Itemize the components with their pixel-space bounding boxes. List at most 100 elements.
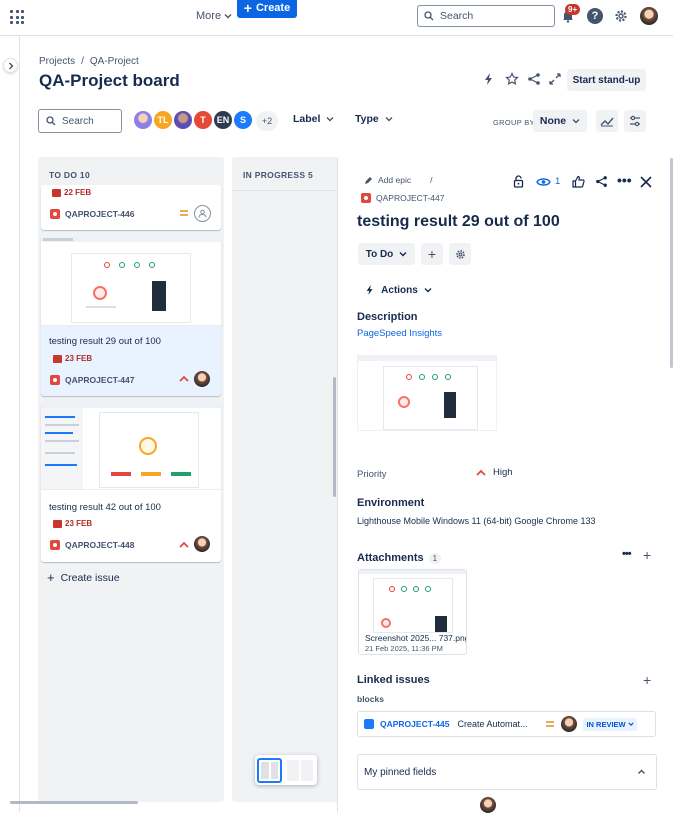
app-switcher-icon[interactable] (10, 10, 24, 24)
linked-status-label: IN REVIEW (586, 719, 626, 729)
description-image[interactable] (357, 355, 497, 431)
due-date: 22 FEB (64, 188, 92, 197)
create-issue-button[interactable]: + Create issue (47, 570, 120, 585)
due-date: 23 FEB (65, 519, 93, 528)
attachment-tile[interactable]: Screenshot 2025... 737.png 21 Feb 2025, … (358, 569, 467, 655)
issue-key: QAPROJECT-447 (65, 375, 135, 385)
assignee-avatar[interactable] (194, 536, 210, 552)
more-actions-icon[interactable]: ••• (617, 173, 632, 187)
insights-button[interactable] (596, 110, 618, 132)
bug-icon (50, 540, 60, 550)
type-filter-button[interactable]: Type (355, 113, 393, 125)
board-scrollbar-horizontal[interactable] (10, 801, 138, 804)
assignee-avatar (480, 797, 496, 813)
status-select[interactable]: To Do (358, 243, 415, 265)
avatar-filter[interactable] (172, 109, 194, 131)
divider (232, 190, 336, 191)
pinned-fields-label: My pinned fields (364, 766, 437, 778)
board-view-toggle[interactable] (257, 757, 282, 783)
avatar-filter[interactable] (132, 109, 154, 131)
avatar-initials: T (200, 115, 206, 125)
chevron-down-icon (224, 14, 232, 19)
priority-high-icon (179, 375, 189, 382)
add-epic-button[interactable]: Add epic / (364, 175, 432, 185)
gear-icon[interactable] (614, 9, 628, 23)
breadcrumb-projects[interactable]: Projects (39, 56, 75, 67)
board-view-switcher (255, 755, 317, 785)
watch-button[interactable]: 1 (536, 176, 560, 187)
attachments-count: 1 (428, 552, 442, 564)
due-date: 23 FEB (65, 354, 93, 363)
status-value: To Do (365, 248, 394, 260)
avatar-filter[interactable]: T (192, 109, 214, 131)
column-in-progress (232, 157, 340, 802)
due-date-badge: 23 FEB (53, 354, 92, 363)
help-icon[interactable]: ? (587, 8, 603, 24)
due-date-badge: 23 FEB (53, 519, 92, 528)
environment-heading: Environment (357, 497, 425, 509)
group-by-value: None (539, 115, 567, 127)
priority-field[interactable]: High (476, 467, 513, 478)
unassigned-avatar[interactable] (194, 205, 211, 222)
apps-button[interactable] (449, 243, 471, 265)
issue-card[interactable]: 22 FEB QAPROJECT-446 (41, 185, 221, 230)
issue-key: QAPROJECT-446 (65, 209, 135, 219)
group-by-select[interactable]: None (533, 110, 587, 132)
actions-menu-button[interactable]: Actions (359, 279, 438, 301)
issue-key-row: QAPROJECT-447 (50, 375, 134, 385)
add-button[interactable]: + (421, 243, 443, 265)
column-todo-header: TO DO 10 (49, 170, 90, 180)
add-linked-issue-icon[interactable]: + (643, 673, 651, 687)
thumbs-up-icon[interactable] (572, 175, 585, 188)
lightning-icon (366, 285, 373, 295)
plus-icon: + (243, 0, 252, 16)
expand-sidebar-button[interactable] (3, 58, 18, 73)
create-button[interactable]: + Create (237, 0, 297, 18)
star-icon[interactable] (505, 72, 519, 86)
description-link[interactable]: PageSpeed Insights (357, 328, 442, 339)
lock-icon[interactable] (513, 175, 524, 188)
issue-card-selected[interactable]: testing result 29 out of 100 23 FEB QAPR… (41, 236, 221, 396)
lightning-icon[interactable] (483, 72, 495, 86)
eye-icon (536, 177, 551, 186)
avatar-filter[interactable]: EN (212, 109, 234, 131)
linked-issue-key[interactable]: QAPROJECT-445 (380, 719, 449, 729)
issue-card[interactable]: testing result 42 out of 100 23 FEB QAPR… (41, 402, 221, 562)
expand-icon[interactable] (549, 72, 561, 86)
issue-title[interactable]: testing result 29 out of 100 (357, 213, 560, 231)
avatar-filter[interactable]: S (232, 109, 254, 131)
breadcrumb-project[interactable]: QA-Project (90, 56, 139, 67)
chevron-down-icon (424, 288, 432, 293)
actions-label: Actions (381, 284, 418, 296)
pinned-fields-section[interactable]: My pinned fields (357, 754, 657, 790)
share-icon[interactable] (595, 175, 608, 188)
board-view-toggle[interactable] (285, 758, 315, 783)
priority-label: Priority (357, 469, 387, 480)
issue-key-link[interactable]: QAPROJECT-447 (361, 193, 445, 203)
user-icon (198, 209, 207, 218)
board-search-input[interactable]: Search (38, 109, 122, 133)
attachment-date: 21 Feb 2025, 11:36 PM (365, 644, 443, 653)
close-icon[interactable] (640, 176, 652, 188)
environment-value[interactable]: Lighthouse Mobile Windows 11 (64-bit) Go… (357, 516, 595, 526)
avatar-filter[interactable]: TL (152, 109, 174, 131)
profile-avatar[interactable] (640, 7, 658, 25)
add-attachment-icon[interactable]: + (643, 548, 651, 562)
create-issue-label: Create issue (60, 572, 120, 584)
global-search-input[interactable]: Search (417, 5, 555, 27)
linked-issue-status[interactable]: IN REVIEW (583, 717, 637, 731)
plus-icon: + (47, 570, 55, 585)
label-filter-label: Label (293, 113, 321, 125)
more-avatars-button[interactable]: +2 (256, 111, 278, 131)
board-scrollbar-vertical[interactable] (333, 377, 336, 497)
due-date-badge: 22 FEB (52, 188, 91, 197)
more-menu[interactable]: More (196, 10, 232, 22)
label-filter-button[interactable]: Label (293, 113, 334, 125)
view-settings-button[interactable] (624, 110, 646, 132)
start-standup-button[interactable]: Start stand-up (567, 69, 646, 91)
assignee-avatar[interactable] (194, 371, 210, 387)
attachments-more-icon[interactable]: ••• (622, 548, 632, 560)
chevron-down-icon (326, 117, 334, 122)
share-icon[interactable] (527, 72, 541, 86)
linked-issue-row[interactable]: QAPROJECT-445 Create Automat... IN REVIE… (357, 711, 656, 737)
